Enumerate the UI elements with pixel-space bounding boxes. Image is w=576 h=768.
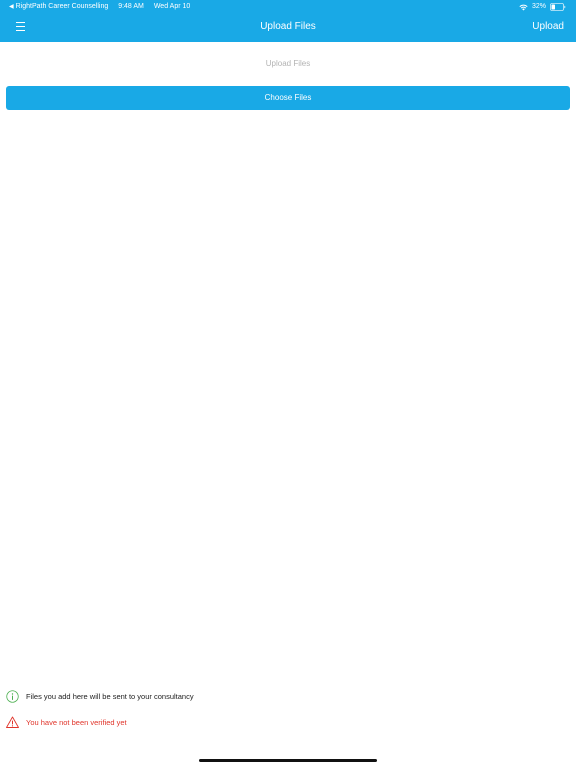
back-app-label[interactable]: RightPath Career Counselling [16,3,109,10]
info-notice-text: Files you add here will be sent to your … [26,692,194,701]
status-bar: ◀ RightPath Career Counselling 9:48 AM We… [0,0,576,14]
status-time: 9:48 AM [118,3,144,10]
warning-notice-text: You have not been verified yet [26,718,127,727]
upload-files-screen: ◀ RightPath Career Counselling 9:48 AM We… [0,0,576,768]
status-date: Wed Apr 10 [153,3,191,10]
info-notice: Files you add here will be sent to your … [6,690,194,703]
choose-files-button[interactable]: Choose Files [6,86,570,110]
nav-bar: Upload Files Upload [0,14,576,42]
top-bar: ◀ RightPath Career Counselling 9:48 AM We… [0,0,576,42]
back-to-app-icon[interactable]: ◀ [9,4,14,10]
info-icon [6,690,19,703]
warning-notice: You have not been verified yet [6,716,127,729]
upload-files-label: Upload Files [265,59,311,68]
status-right: 32% [519,0,566,14]
wifi-icon [519,4,528,11]
page-title: Upload Files [260,21,316,32]
home-indicator[interactable] [199,759,377,762]
upload-button[interactable]: Upload [532,21,564,32]
status-left: ◀ RightPath Career Counselling 9:48 AM We… [9,0,198,14]
battery-icon [550,3,566,11]
warning-icon [6,716,19,728]
battery-percent: 32% [531,3,546,10]
